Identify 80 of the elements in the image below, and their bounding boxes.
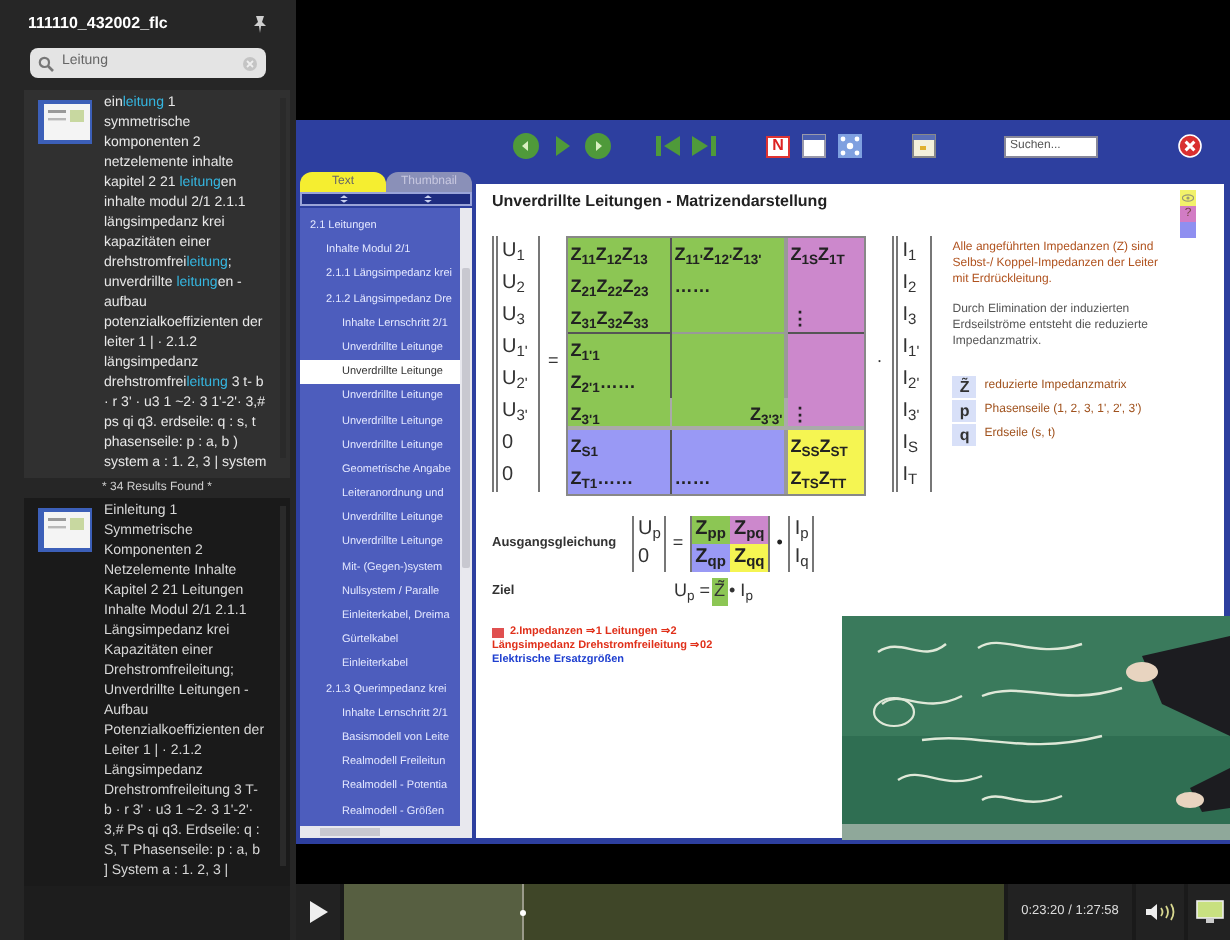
matrix-cell: Z$_{11'}$Z$_{12'}$Z$_{13'}$ — [672, 238, 789, 270]
eye-marker[interactable] — [1180, 190, 1196, 206]
calendar-icon[interactable] — [912, 134, 936, 158]
symbol-label: q — [952, 424, 977, 446]
speaker-icon — [1144, 902, 1176, 922]
close-button[interactable] — [1178, 134, 1202, 158]
window-icon[interactable] — [802, 134, 826, 158]
matrix-cell: Z$_{2'1}$…… — [568, 366, 673, 398]
matrix-cell: ⋮ — [788, 302, 865, 334]
search-result[interactable] — [24, 90, 290, 478]
vector-entry: U$_{3'}$ — [502, 398, 530, 428]
scrollbar[interactable] — [300, 826, 472, 838]
vector-entry: I$_{3}$ — [902, 302, 919, 332]
matrix-cell: Z$_{qp}$ — [691, 544, 730, 572]
symbol-label: Z̃ — [952, 376, 977, 398]
matrix-cell: ⋮ — [788, 398, 865, 430]
matrix-cell: Z$_{1'1}$ — [568, 334, 673, 366]
matrix-cell: …… — [672, 462, 789, 494]
equals-sign: = — [672, 530, 684, 557]
matrix-cell: Z$_{S1}$ — [568, 430, 673, 462]
vector-entry: I$_{p}$ — [794, 516, 809, 544]
screen-button[interactable] — [1188, 884, 1230, 940]
matrix-cell: Z$_{3'1}$ — [568, 398, 673, 430]
matrix-cell: Z$_{qq}$ — [729, 544, 769, 572]
network-icon[interactable] — [838, 134, 862, 158]
skip-back-icon[interactable] — [654, 134, 682, 158]
vector-entry: 0 — [502, 430, 516, 458]
matrix-cell: Z$_{31}$Z$_{32}$Z$_{33}$ — [568, 302, 673, 334]
vector-entry: U$_{3}$ — [502, 302, 527, 332]
play-icon[interactable] — [552, 134, 572, 158]
vector-entry: I$_{T}$ — [902, 462, 920, 492]
vector-entry: I$_{1}$ — [902, 238, 919, 268]
scrollbar[interactable] — [460, 208, 472, 826]
vector-entry: I$_{2}$ — [902, 270, 919, 300]
vector-entry: I$_{3'}$ — [902, 398, 922, 428]
equation-term: U$_{p}$ = — [672, 578, 713, 605]
vector-entry: U$_{1}$ — [502, 238, 527, 268]
matrix-cell: Z$_{1S}$Z$_{1T}$ — [788, 238, 865, 270]
back-icon[interactable] — [512, 132, 540, 160]
vector-entry: U$_{2}$ — [502, 270, 527, 300]
equals-sign: = — [548, 348, 559, 374]
sidebar-title: 111110_432002_flc — [28, 12, 168, 36]
matrix-cell: Z$_{11}$Z$_{12}$Z$_{13}$ — [568, 238, 673, 270]
equation-term: • I$_{p}$ — [727, 578, 755, 605]
matrix-cell: …… — [672, 270, 789, 302]
dot-operator: · — [876, 348, 883, 374]
vector-entry: U$_{p}$ — [638, 516, 661, 544]
vector-entry: I$_{S}$ — [902, 430, 921, 460]
dot-operator: • — [776, 530, 783, 557]
pin-icon[interactable] — [252, 14, 268, 34]
skip-forward-icon[interactable] — [690, 134, 718, 158]
volume-button[interactable] — [1136, 884, 1184, 940]
matrix-cell: Z$_{SS}$Z$_{ST}$ — [788, 430, 865, 462]
forward-icon[interactable] — [584, 132, 612, 160]
slide-thumbnail — [38, 100, 92, 144]
bookmark-icon — [492, 627, 504, 637]
vector-entry: U$_{1'}$ — [502, 334, 530, 364]
matrix-cell: Z$_{T1}$…… — [568, 462, 673, 494]
monitor-icon — [1195, 900, 1223, 924]
symbol-label: p — [952, 400, 977, 422]
matrix-cell: Z$_{pp}$ — [691, 516, 730, 544]
equation-term: Z̃ — [712, 578, 728, 605]
vector-entry: I$_{q}$ — [794, 544, 809, 572]
n-button[interactable]: N — [766, 135, 790, 157]
slide-title: Unverdrillte Leitungen - Matrizendarstellung — [492, 190, 828, 214]
vector-entry: 0 — [638, 544, 652, 572]
slide-thumbnail — [38, 508, 92, 552]
matrix-cell: Z$_{21}$Z$_{22}$Z$_{23}$ — [568, 270, 673, 302]
vector-entry: 0 — [502, 462, 516, 490]
vector-entry: I$_{2'}$ — [902, 366, 922, 396]
play-icon — [308, 900, 328, 924]
vector-entry: I$_{1'}$ — [902, 334, 922, 364]
matrix-cell: Z$_{3'3'}$ — [672, 398, 789, 430]
progress-handle[interactable] — [520, 884, 527, 940]
plain-marker[interactable] — [1180, 222, 1196, 238]
matrix-cell: Z$_{pq}$ — [729, 516, 769, 544]
search-icon — [38, 55, 54, 71]
play-button[interactable] — [296, 884, 340, 940]
matrix-cell: Z$_{TS}$Z$_{TT}$ — [788, 462, 865, 494]
vector-entry: U$_{2'}$ — [502, 366, 530, 396]
